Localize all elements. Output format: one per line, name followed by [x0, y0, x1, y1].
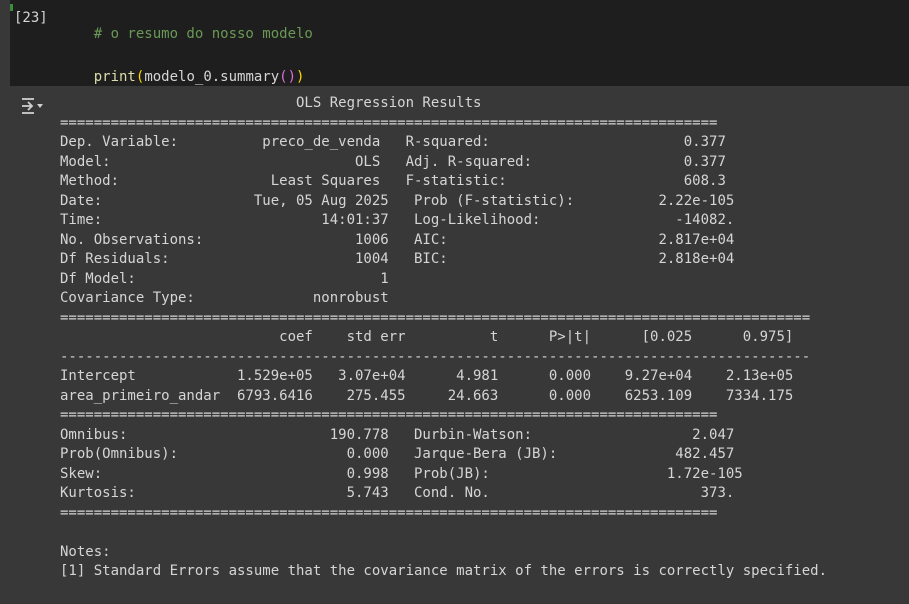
output-line: Notes: [60, 543, 111, 560]
output-line: ========================================… [60, 114, 718, 131]
output-line: Df Model: 1 [60, 270, 389, 287]
output-line: Covariance Type: nonrobust [60, 290, 389, 306]
output-line: OLS Regression Results [60, 95, 482, 111]
output-line: Omnibus: 190.778 Durbin-Watson: 2.047 [60, 426, 735, 443]
output-line: Skew: 0.998 Prob(JB): 1.72e-105 [60, 465, 743, 482]
output-line: ========================================… [60, 309, 811, 326]
output-line: Method: Least Squares F-statistic: 608.3 [60, 173, 726, 189]
code-argument: modelo_0.summary [144, 69, 280, 85]
output-line: area_primeiro_andar 6793.6416 275.455 24… [60, 387, 794, 404]
output-line: Prob(Omnibus): 0.000 Jarque-Bera (JB): 4… [60, 446, 735, 462]
code-comment: # o resumo do nosso modelo [93, 26, 313, 42]
output-line: Date: Tue, 05 Aug 2025 Prob (F-statistic… [60, 192, 735, 209]
cell-output: OLS Regression Results ==================… [60, 94, 827, 582]
output-line: [1] Standard Errors assume that the cova… [60, 563, 828, 579]
output-line: ----------------------------------------… [60, 348, 811, 365]
output-line: Df Residuals: 1004 BIC: 2.818e+04 [60, 251, 735, 267]
output-line: Model: OLS Adj. R-squared: 0.377 [60, 153, 726, 170]
code-line-comment[interactable]: # o resumo do nosso modelo [60, 10, 313, 58]
output-line: ========================================… [60, 407, 718, 423]
code-function: print [93, 69, 136, 85]
output-line: coef std err t P>|t| [0.025 0.975] [60, 329, 794, 345]
execution-count: [23] [14, 10, 48, 26]
output-line: ========================================… [60, 504, 718, 521]
code-cell[interactable]: [23] # o resumo do nosso modelo print(mo… [10, 0, 909, 86]
code-paren-close: ) [296, 69, 305, 85]
output-line: Time: 14:01:37 Log-Likelihood: -14082. [60, 212, 735, 228]
code-paren-inner: () [279, 69, 297, 85]
output-line: Dep. Variable: preco_de_venda R-squared:… [60, 134, 726, 150]
output-line: No. Observations: 1006 AIC: 2.817e+04 [60, 231, 735, 248]
output-line: Intercept 1.529e+05 3.07e+04 4.981 0.000… [60, 368, 794, 384]
output-collapse-icon[interactable] [20, 96, 46, 116]
output-line: Kurtosis: 5.743 Cond. No. 373. [60, 485, 735, 501]
